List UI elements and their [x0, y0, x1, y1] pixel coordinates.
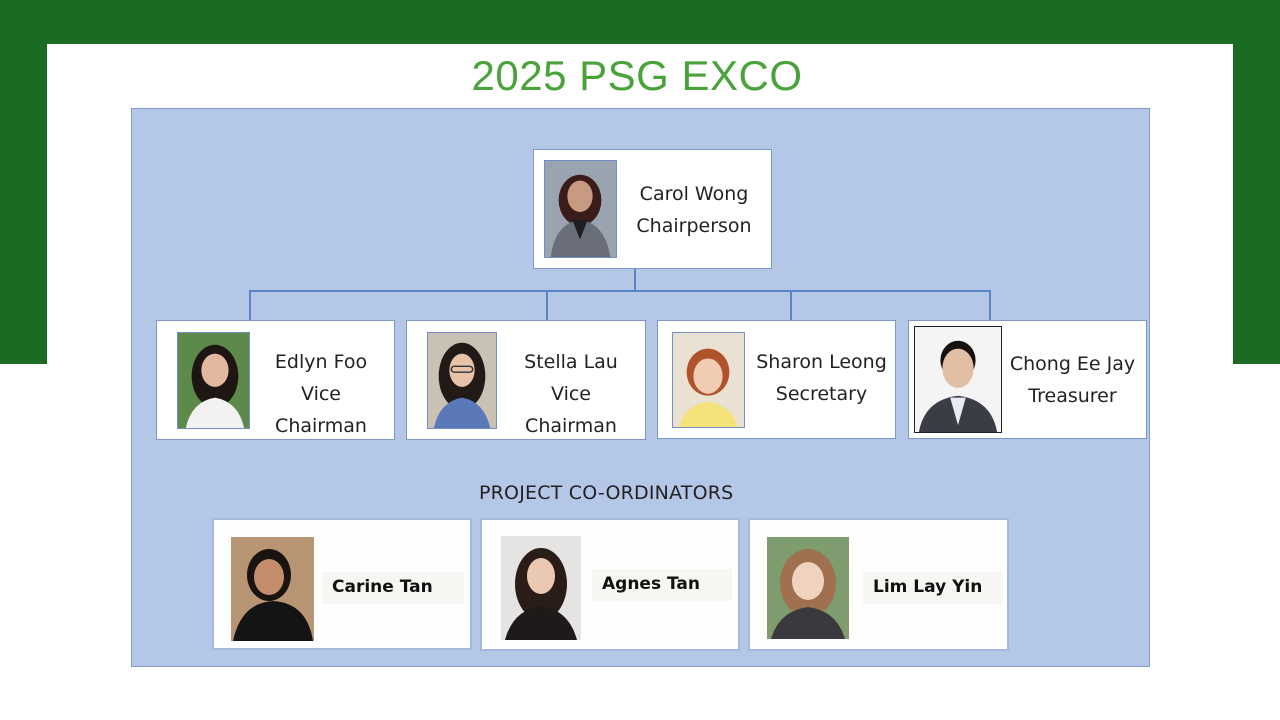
- connector-drop-2: [546, 290, 548, 320]
- chair-card: Carol Wong Chairperson: [533, 149, 772, 269]
- section-label: PROJECT CO-ORDINATORS: [479, 482, 734, 504]
- coordinator-name: Lim Lay Yin: [863, 572, 1003, 604]
- coordinator-photo: [501, 536, 581, 640]
- slide-title: 2025 PSG EXCO: [471, 52, 803, 99]
- officer-role: Secretary: [775, 383, 868, 405]
- officer-name: Edlyn Foo: [274, 351, 368, 373]
- officer-card-stella: Stella Lau Vice Chairman: [406, 320, 646, 440]
- chair-role: Chairperson: [636, 215, 752, 237]
- officer-name: Chong Ee Jay: [1009, 353, 1136, 375]
- chair-photo: [544, 160, 617, 258]
- connector-chair-stem: [634, 269, 636, 291]
- officer-photo: [427, 332, 497, 429]
- officer-card-edlyn: Edlyn Foo Vice Chairman: [156, 320, 395, 440]
- officer-card-chong: Chong Ee Jay Treasurer: [908, 320, 1147, 439]
- officer-name: Stella Lau: [524, 351, 618, 373]
- coordinator-name: Agnes Tan: [592, 569, 732, 601]
- coordinator-card-agnes: Agnes Tan: [480, 518, 740, 651]
- coordinator-photo: [767, 537, 849, 639]
- officer-photo: [672, 332, 745, 428]
- coordinator-photo: [231, 537, 314, 641]
- connector-drop-3: [790, 290, 792, 320]
- coordinator-card-carine: Carine Tan: [212, 518, 472, 650]
- connector-horizontal: [249, 290, 990, 292]
- coordinator-name: Carine Tan: [322, 572, 464, 604]
- officer-text: Edlyn Foo Vice Chairman: [253, 346, 389, 442]
- coordinator-card-lim: Lim Lay Yin: [748, 518, 1009, 651]
- officer-card-sharon: Sharon Leong Secretary: [657, 320, 896, 439]
- officer-name: Sharon Leong: [756, 351, 887, 373]
- connector-drop-1: [249, 290, 251, 320]
- chair-name: Carol Wong: [639, 183, 749, 205]
- officer-text: Sharon Leong Secretary: [754, 346, 889, 410]
- officer-photo: [914, 326, 1002, 433]
- officer-text: Stella Lau Vice Chairman: [503, 346, 639, 442]
- officer-role: Vice Chairman: [275, 383, 367, 437]
- officer-text: Chong Ee Jay Treasurer: [1005, 348, 1140, 412]
- officer-photo: [177, 332, 250, 429]
- chair-text: Carol Wong Chairperson: [629, 178, 759, 242]
- officer-role: Vice Chairman: [525, 383, 617, 437]
- officer-role: Treasurer: [1028, 385, 1117, 407]
- connector-drop-4: [989, 290, 991, 320]
